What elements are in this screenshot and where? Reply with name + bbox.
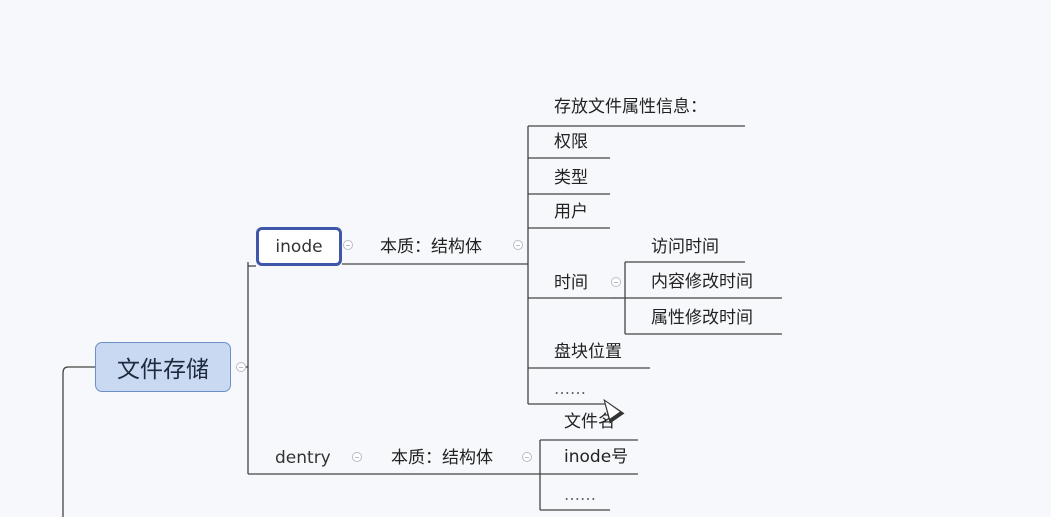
inode-node-label: inode — [275, 236, 323, 257]
inode-attributes-title[interactable]: 存放文件属性信息： — [554, 96, 707, 118]
root-node-label: 文件存储 — [117, 357, 209, 383]
attribute-type[interactable]: 类型 — [554, 167, 588, 189]
inode-essence-collapse-toggle[interactable] — [513, 240, 523, 250]
inode-more-ellipsis[interactable]: …… — [554, 378, 586, 400]
attribute-user[interactable]: 用户 — [554, 201, 588, 223]
time-access[interactable]: 访问时间 — [651, 236, 719, 258]
attribute-permission[interactable]: 权限 — [554, 131, 588, 153]
inode-node[interactable]: inode — [256, 227, 342, 266]
time-collapse-toggle[interactable] — [611, 277, 621, 287]
dentry-collapse-toggle[interactable] — [352, 452, 362, 462]
dentry-essence-collapse-toggle[interactable] — [522, 452, 532, 462]
root-node-file-storage[interactable]: 文件存储 — [95, 342, 231, 392]
connector-lines — [62, 125, 782, 517]
inode-essence-node[interactable]: 本质：结构体 — [380, 236, 482, 258]
dentry-inode-number[interactable]: inode号 — [564, 446, 628, 468]
inode-collapse-toggle[interactable] — [343, 240, 353, 250]
dentry-node[interactable]: dentry — [275, 447, 331, 469]
root-collapse-toggle[interactable] — [236, 362, 246, 372]
mind-map-canvas: 文件存储 inode 本质：结构体 存放文件属性信息： 权限 类型 用户 时间 … — [0, 0, 1051, 517]
attribute-block-location[interactable]: 盘块位置 — [554, 341, 622, 363]
dentry-more-ellipsis[interactable]: …… — [564, 484, 596, 506]
dentry-essence-node[interactable]: 本质：结构体 — [391, 447, 493, 469]
time-content-modify[interactable]: 内容修改时间 — [651, 271, 753, 293]
attribute-time[interactable]: 时间 — [554, 272, 588, 294]
time-attribute-modify[interactable]: 属性修改时间 — [651, 307, 753, 329]
